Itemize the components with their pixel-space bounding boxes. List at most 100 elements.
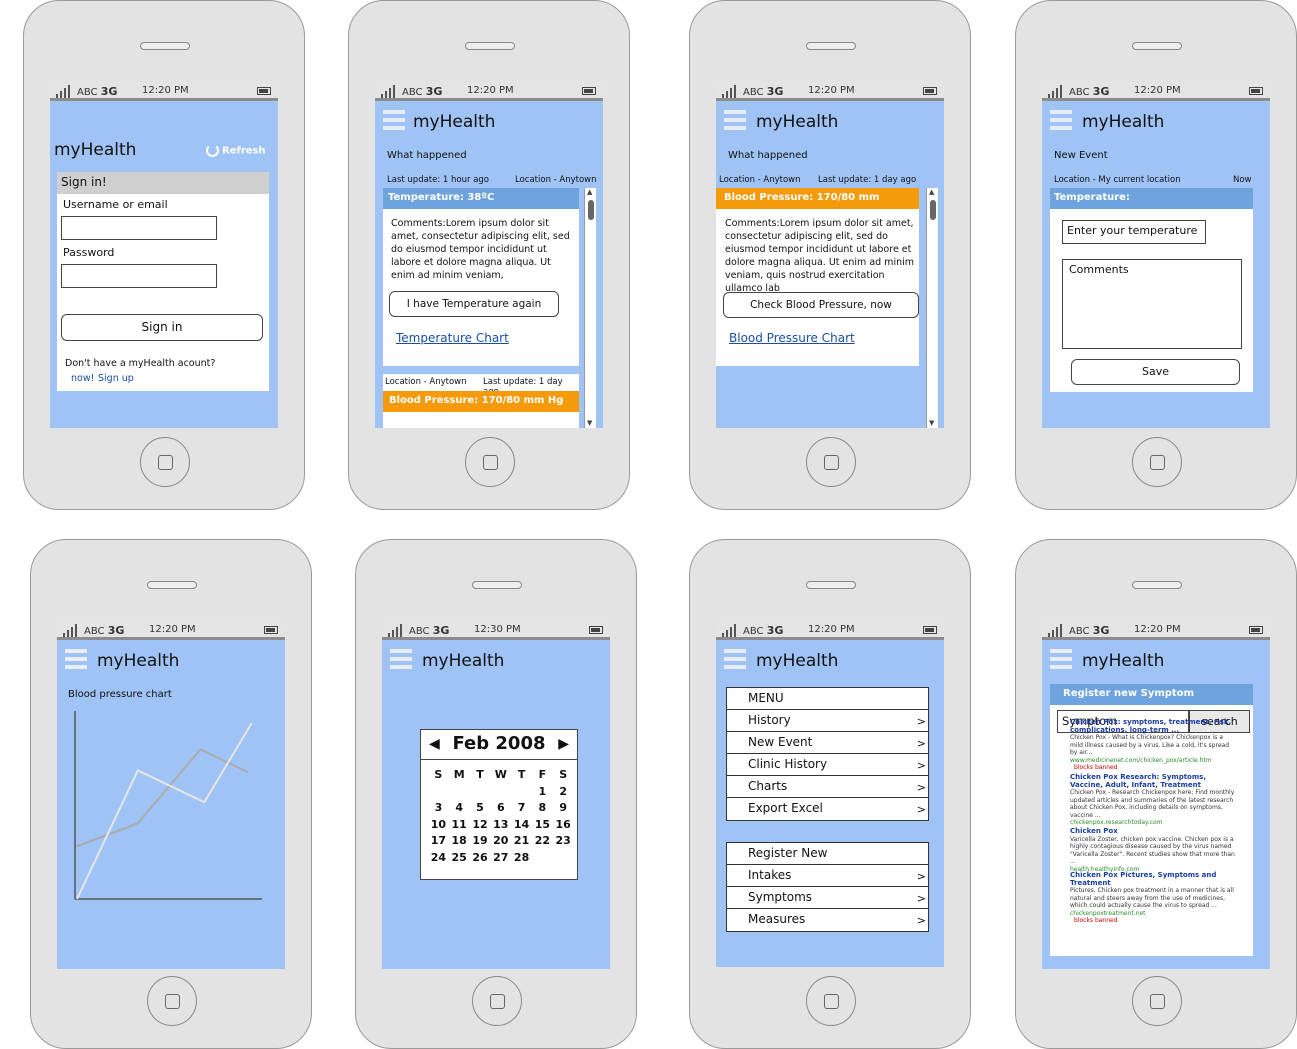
result-title[interactable]: Chicken Pox: symptoms, treatment, risk, … (1070, 718, 1235, 734)
calendar-day[interactable]: 19 (470, 834, 491, 851)
divider (383, 366, 579, 374)
calendar-day[interactable]: 9 (553, 801, 574, 818)
menu-item[interactable]: New Event > (727, 732, 928, 754)
temperature-input[interactable]: Enter your temperature (1062, 220, 1206, 244)
result-snippet: Pictures, Chicken pox treatment in a man… (1070, 887, 1234, 909)
calendar-day[interactable]: 5 (470, 801, 491, 818)
calendar-day[interactable]: 11 (449, 818, 470, 835)
refresh-button[interactable]: Refresh (206, 144, 266, 157)
next-month-icon[interactable]: ▶ (558, 730, 569, 758)
carrier-label: ABC 3G (1069, 85, 1110, 98)
signal-icon (722, 624, 738, 637)
bp-line-chart (74, 711, 262, 900)
calendar-day[interactable]: 10 (428, 818, 449, 835)
login-form: Sign in! Username or email Password Sign… (57, 172, 269, 391)
comments-input[interactable]: Comments (1062, 259, 1242, 349)
menu-item[interactable]: Charts > (727, 776, 928, 798)
calendar-day[interactable]: 23 (553, 834, 574, 851)
menu-item[interactable]: Clinic History > (727, 754, 928, 776)
phone-login: ABC 3G 12:20 PM myHealth Refresh Sign in… (23, 0, 305, 510)
calendar-day[interactable]: 16 (553, 818, 574, 835)
home-button[interactable] (806, 976, 856, 1026)
calendar-day[interactable]: 22 (532, 834, 553, 851)
menu-icon[interactable] (65, 649, 87, 669)
menu-item[interactable]: History > (727, 710, 928, 732)
new-event-screen: ABC 3G 12:20 PM myHealth New Event Locat… (1042, 82, 1270, 428)
calendar-day (532, 851, 553, 868)
calendar-day[interactable]: 1 (532, 785, 553, 802)
calendar-day[interactable]: 13 (490, 818, 511, 835)
result-title[interactable]: Chicken Pox Research: Symptoms, Vaccine,… (1070, 773, 1235, 789)
menu-item[interactable]: Export Excel > (727, 798, 928, 820)
calendar-day[interactable]: 12 (470, 818, 491, 835)
calendar-day[interactable]: 28 (511, 851, 532, 868)
result-title[interactable]: Chicken Pox (1070, 827, 1235, 836)
calendar-day[interactable]: 7 (511, 801, 532, 818)
menu-icon[interactable] (383, 110, 405, 130)
menu-icon[interactable] (390, 649, 412, 669)
menu-item[interactable]: Intakes > (727, 865, 928, 887)
status-bar: ABC 3G 12:20 PM (1042, 82, 1270, 101)
calendar-day[interactable]: 3 (428, 801, 449, 818)
calendar-day[interactable]: 6 (490, 801, 511, 818)
menu-item: Register New (727, 843, 928, 865)
signal-icon (63, 624, 79, 637)
scrollbar[interactable]: ▲ ▼ (584, 188, 596, 428)
username-input[interactable] (61, 216, 217, 240)
result-url: chickenpoxtreatment.net (1070, 909, 1146, 917)
search-result[interactable]: Chicken Pox Pictures, Symptoms and Treat… (1070, 871, 1235, 925)
search-result[interactable]: Chicken Pox Varicella Zoster, chicken pox… (1070, 827, 1235, 873)
calendar-day (490, 785, 511, 802)
now-link[interactable]: now! (71, 373, 94, 384)
status-bar: ABC 3G 12:20 PM (57, 621, 285, 640)
calendar-day[interactable]: 25 (449, 851, 470, 868)
calendar-day[interactable]: 18 (449, 834, 470, 851)
menu-item[interactable]: Measures > (727, 909, 928, 931)
calendar-day[interactable]: 4 (449, 801, 470, 818)
calendar-day[interactable]: 24 (428, 851, 449, 868)
carrier-label: ABC 3G (77, 85, 118, 98)
home-button[interactable] (147, 976, 197, 1026)
calendar-day[interactable]: 17 (428, 834, 449, 851)
temperature-again-button[interactable]: I have Temperature again (389, 291, 559, 317)
menu-icon[interactable] (724, 110, 746, 130)
result-title[interactable]: Chicken Pox Pictures, Symptoms and Treat… (1070, 871, 1235, 887)
calendar-day[interactable]: 26 (470, 851, 491, 868)
scrollbar[interactable]: ▲ ▼ (926, 188, 938, 428)
search-result[interactable]: Chicken Pox Research: Symptoms, Vaccine,… (1070, 773, 1235, 827)
home-button[interactable] (472, 976, 522, 1026)
check-bp-button[interactable]: Check Blood Pressure, now (723, 292, 919, 318)
calendar-week-row: 10 11 12 13 14 15 16 (428, 818, 574, 835)
carrier-label: ABC 3G (743, 85, 784, 98)
menu-icon[interactable] (1050, 110, 1072, 130)
history-list: Temperature: 38ºC Comments:Lorem ipsum d… (383, 188, 579, 428)
speaker (806, 581, 856, 589)
menu-icon[interactable] (724, 649, 746, 669)
prev-month-icon[interactable]: ◀ (429, 730, 440, 758)
calendar-day[interactable]: 2 (553, 785, 574, 802)
signin-button[interactable]: Sign in (61, 314, 263, 341)
bp-chart-link[interactable]: Blood Pressure Chart (729, 331, 855, 345)
phone-chart: ABC 3G 12:20 PM myHealth Blood pressure … (30, 539, 312, 1049)
home-button[interactable] (1132, 976, 1182, 1026)
carrier-label: ABC 3G (743, 624, 784, 637)
calendar-day[interactable]: 14 (511, 818, 532, 835)
home-button[interactable] (140, 437, 190, 487)
home-button[interactable] (1132, 437, 1182, 487)
password-input[interactable] (61, 264, 217, 288)
signup-link[interactable]: Sign up (98, 373, 134, 384)
calendar-day[interactable]: 21 (511, 834, 532, 851)
bp-header[interactable]: Blood Pressure: 170/80 mm Hg (383, 391, 579, 412)
menu-item[interactable]: Symptoms > (727, 887, 928, 909)
temperature-chart-link[interactable]: Temperature Chart (396, 331, 509, 345)
calendar-day[interactable]: 27 (490, 851, 511, 868)
save-button[interactable]: Save (1071, 359, 1240, 385)
calendar-day[interactable]: 20 (490, 834, 511, 851)
menu-icon[interactable] (1050, 649, 1072, 669)
calendar-day[interactable]: 8 (532, 801, 553, 818)
search-result[interactable]: Chicken Pox: symptoms, treatment, risk, … (1070, 718, 1235, 772)
calendar-day[interactable]: 15 (532, 818, 553, 835)
home-button[interactable] (806, 437, 856, 487)
status-bar: ABC 3G 12:20 PM (716, 621, 944, 640)
home-button[interactable] (465, 437, 515, 487)
